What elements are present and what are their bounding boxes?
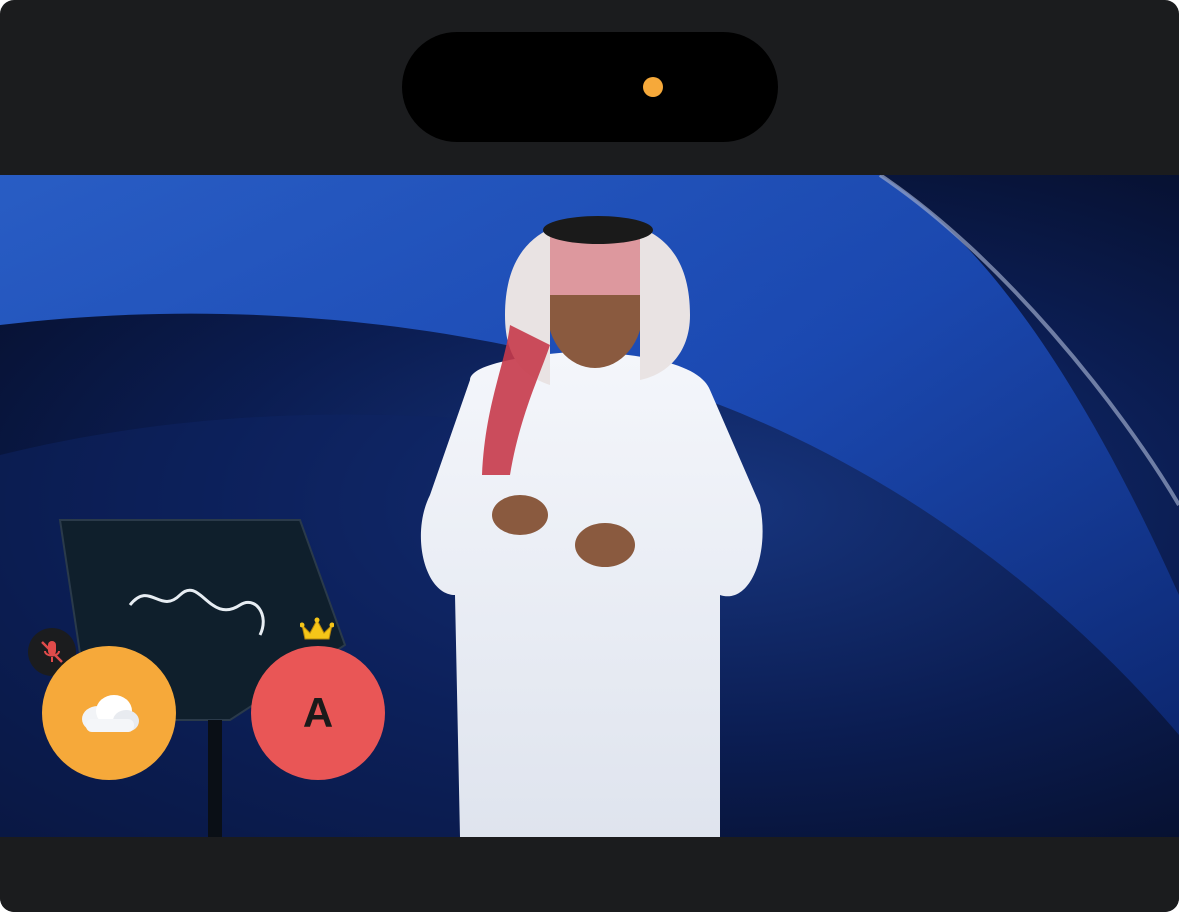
participant-avatar-host[interactable]: A	[251, 646, 385, 780]
bottom-bar	[0, 837, 1179, 912]
dynamic-island	[402, 32, 778, 142]
shared-video-stage[interactable]	[0, 175, 1179, 837]
participant-avatar-cloud[interactable]	[42, 646, 176, 780]
video-call-screen: A	[0, 0, 1179, 912]
recording-indicator-dot	[643, 77, 663, 97]
cloud-icon	[82, 695, 139, 732]
crown-icon	[300, 617, 334, 640]
video-frame	[0, 175, 1179, 837]
avatar-initial: A	[302, 689, 334, 736]
